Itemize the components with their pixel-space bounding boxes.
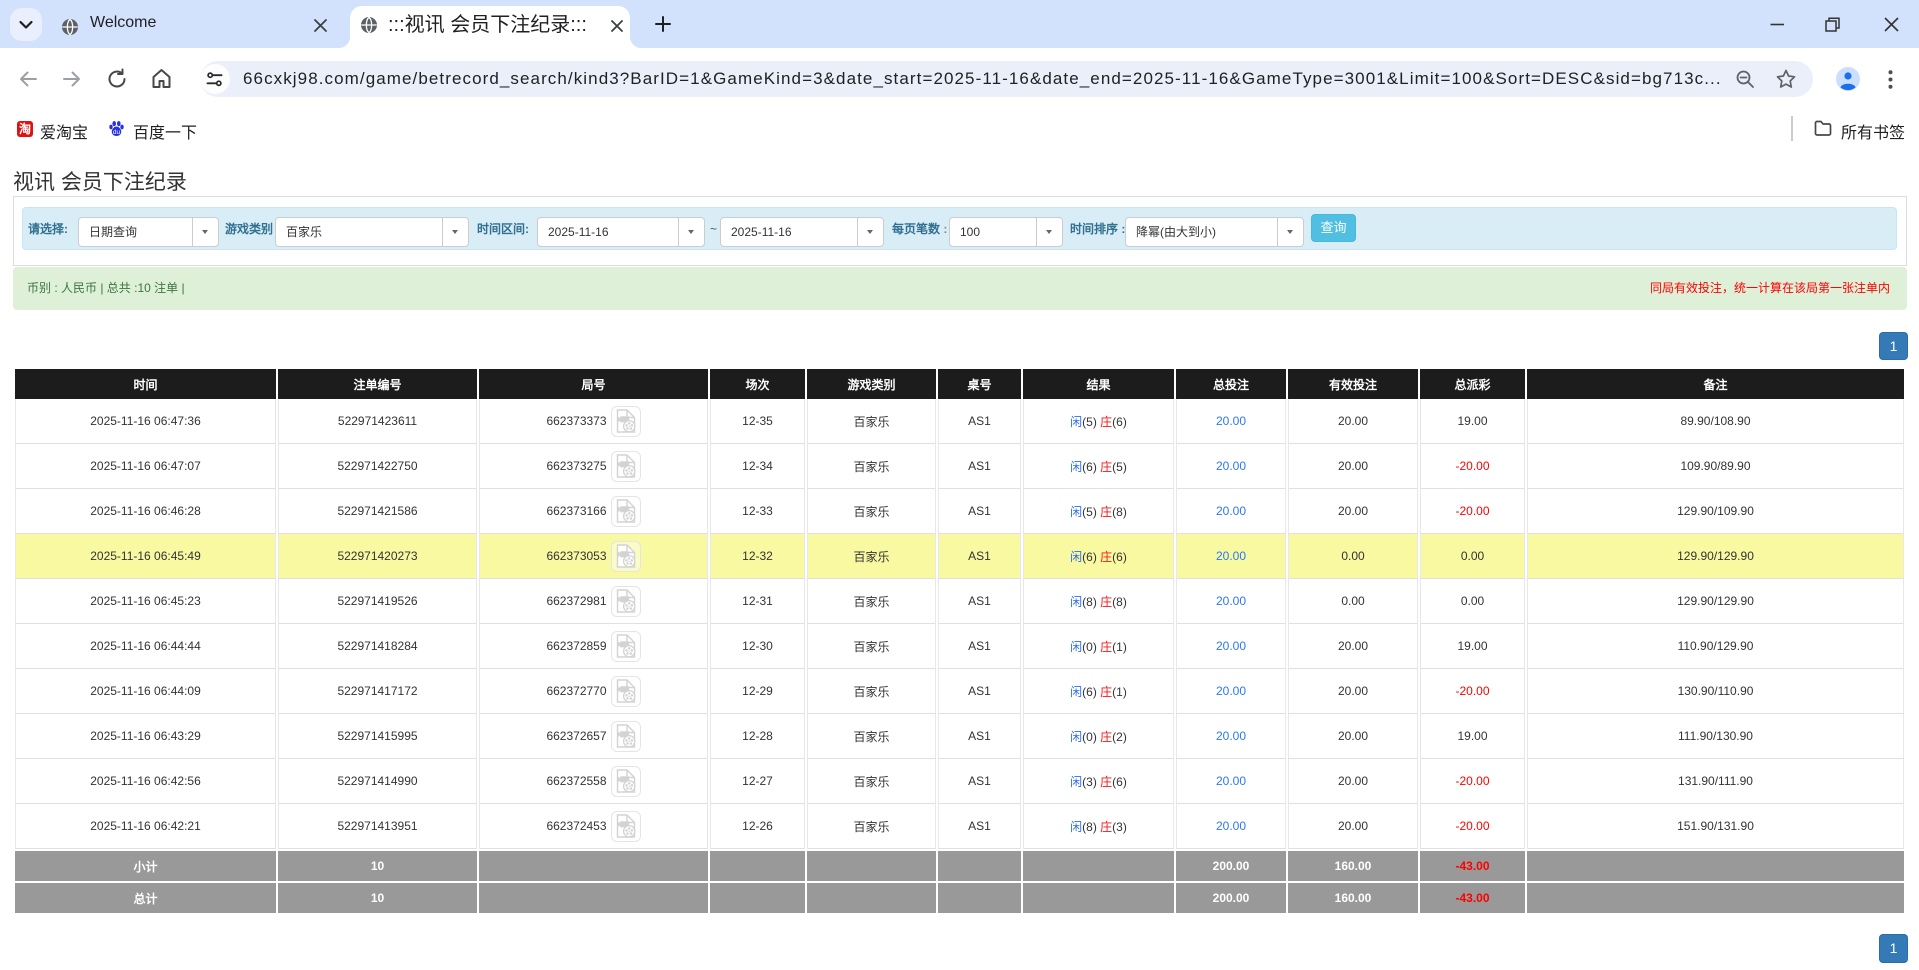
svg-text:du: du [113, 129, 121, 136]
